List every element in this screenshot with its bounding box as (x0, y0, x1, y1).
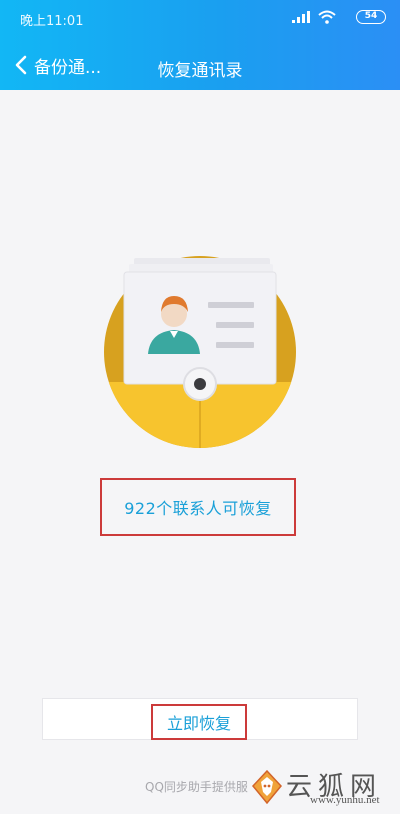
page-title: 恢复通讯录 (157, 61, 243, 81)
status-time: 晚上11:01 (20, 14, 84, 29)
fox-logo-icon (252, 770, 282, 804)
contacts-envelope-icon (104, 256, 296, 448)
battery-icon: 54 (356, 10, 386, 24)
watermark: 云狐网 www.yunhu.net (252, 768, 398, 812)
watermark-url: www.yunhu.net (310, 794, 380, 806)
restore-now-label: 立即恢复 (166, 714, 231, 733)
restore-now-button[interactable]: 立即恢复 (151, 704, 247, 740)
contact-count-text: 922个联系人可恢复 (124, 499, 272, 518)
status-icons: 54 (276, 9, 386, 25)
status-bar: 晚上11:01 54 (0, 0, 400, 34)
contact-count-box: 922个联系人可恢复 (100, 478, 296, 536)
nav-bar: 备份通... 恢复通讯录 (0, 44, 400, 88)
app-header: 晚上11:01 54 备份通... 恢复通讯录 (0, 0, 400, 90)
signal-icon (292, 11, 310, 23)
provider-text: QQ同步助手提供服 (145, 780, 248, 794)
wifi-icon (318, 10, 336, 24)
